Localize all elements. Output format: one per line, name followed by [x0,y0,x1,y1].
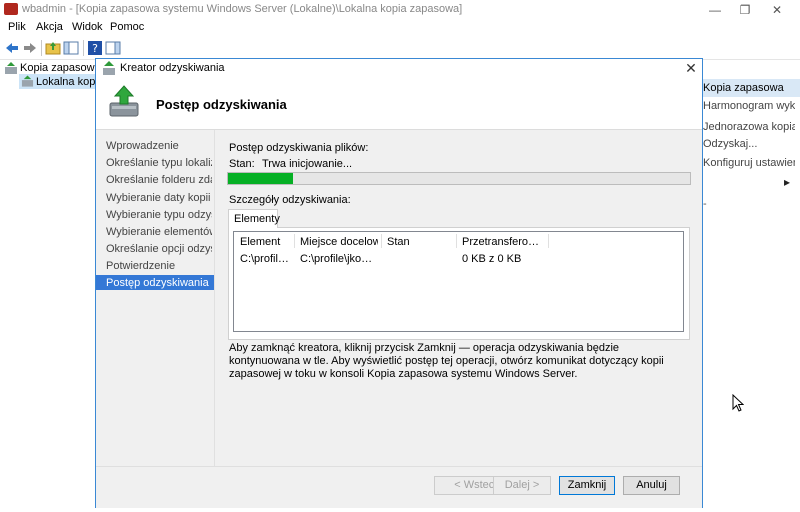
action-recover[interactable]: Odzyskaj... [703,138,795,150]
minimize-button[interactable]: — [700,1,730,19]
toolbar-separator [41,40,42,56]
recovery-wizard-icon [103,61,115,75]
wizard-step-backup-date: Wybieranie daty kopii zapasowej [106,192,212,204]
window-title: wbadmin - [Kopia zapasowa systemu Window… [22,3,463,15]
action-schedule[interactable]: Harmonogram wykonywania kopii [703,100,795,112]
wizard-steps-nav [96,130,215,507]
wizard-step-remote-folder: Określanie folderu zdalnego [106,174,212,186]
wizard-step-intro: Wprowadzenie [106,140,179,152]
wizard-step-recovery-type: Wybieranie typu odzyskiwania [106,209,212,221]
menu-akcja[interactable]: Akcja [36,21,63,33]
tree-item-local-backup[interactable]: Lokalna kopia zapasowa [36,76,96,88]
status-label: Stan: [229,158,255,170]
tab-elementy-label: Elementy [234,213,280,225]
column-separator [456,234,457,248]
column-separator [294,234,295,248]
forward-arrow-icon[interactable] [22,40,38,56]
up-folder-icon[interactable] [45,40,61,56]
wizard-step-options: Określanie opcji odzyskiwania [106,243,212,255]
progress-label: Postęp odzyskiwania plików: [229,142,369,154]
status-value: Trwa inicjowanie... [262,158,353,170]
cell-destination[interactable]: C:\profile\jkowalski [300,253,380,265]
svg-text:?: ? [92,42,98,55]
wizard-step-confirmation: Potwierdzenie [106,260,176,272]
dialog-title: Kreator odzyskiwania [120,62,225,74]
action-configure-performance[interactable]: Konfiguruj ustawienia wydajności... [703,157,795,169]
help-icon[interactable]: ? [87,40,103,56]
details-label: Szczegóły odzyskiwania: [229,194,351,206]
mouse-pointer-icon [732,394,744,412]
recovery-progress-fill [228,173,293,184]
column-separator [381,234,382,248]
toolbar-separator [83,40,84,56]
column-header-destination[interactable]: Miejsce docelowe [300,236,378,248]
cancel-button[interactable]: Anuluj [623,476,680,495]
background-info-text: Aby zamknąć kreatora, kliknij przycisk Z… [229,342,664,380]
column-header-transferred[interactable]: Przetransferowano [462,236,546,248]
cell-transferred: 0 KB z 0 KB [462,253,522,265]
column-separator [548,234,549,248]
cell-element[interactable]: C:\profile\jkowalski [240,253,294,265]
show-hide-action-pane-icon[interactable] [105,40,121,56]
next-button[interactable]: Dalej > [493,476,551,495]
menu-plik[interactable]: Plik [8,21,26,33]
console-tree [0,60,96,508]
wbadmin-app-icon [4,3,18,15]
wizard-step-location-type: Określanie typu lokalizacji [106,157,212,169]
backup-tree-icon [5,62,17,74]
dialog-close-button[interactable]: ✕ [680,58,702,78]
wizard-page-heading: Postęp odzyskiwania [156,97,287,112]
show-hide-tree-icon[interactable] [63,40,79,56]
close-button[interactable]: Zamknij [559,476,615,495]
menu-widok[interactable]: Widok [72,21,103,33]
wizard-step-items: Wybieranie elementów do odzyskania [106,226,212,238]
wizard-step-progress: Postęp odzyskiwania [106,277,209,289]
submenu-arrow-icon[interactable]: ▸ [784,175,790,189]
column-header-status[interactable]: Stan [387,236,455,248]
tree-item-root[interactable]: Kopia zapasowa systemu Windows Server (L… [20,62,96,74]
local-backup-icon [21,75,34,87]
action-backup-once[interactable]: Jednorazowa kopia zapasowa... [703,121,795,133]
column-header-element[interactable]: Element [240,236,292,248]
actions-header-label[interactable]: Kopia zapasowa [703,82,795,94]
back-arrow-icon[interactable] [4,40,20,56]
recovery-progress-bar [227,172,691,185]
actions-dash: - [703,198,707,210]
window-close-button[interactable]: ✕ [762,1,792,19]
menu-pomoc[interactable]: Pomoc [110,21,144,33]
restore-button[interactable]: ❐ [730,1,760,19]
backup-drive-icon [109,85,139,117]
